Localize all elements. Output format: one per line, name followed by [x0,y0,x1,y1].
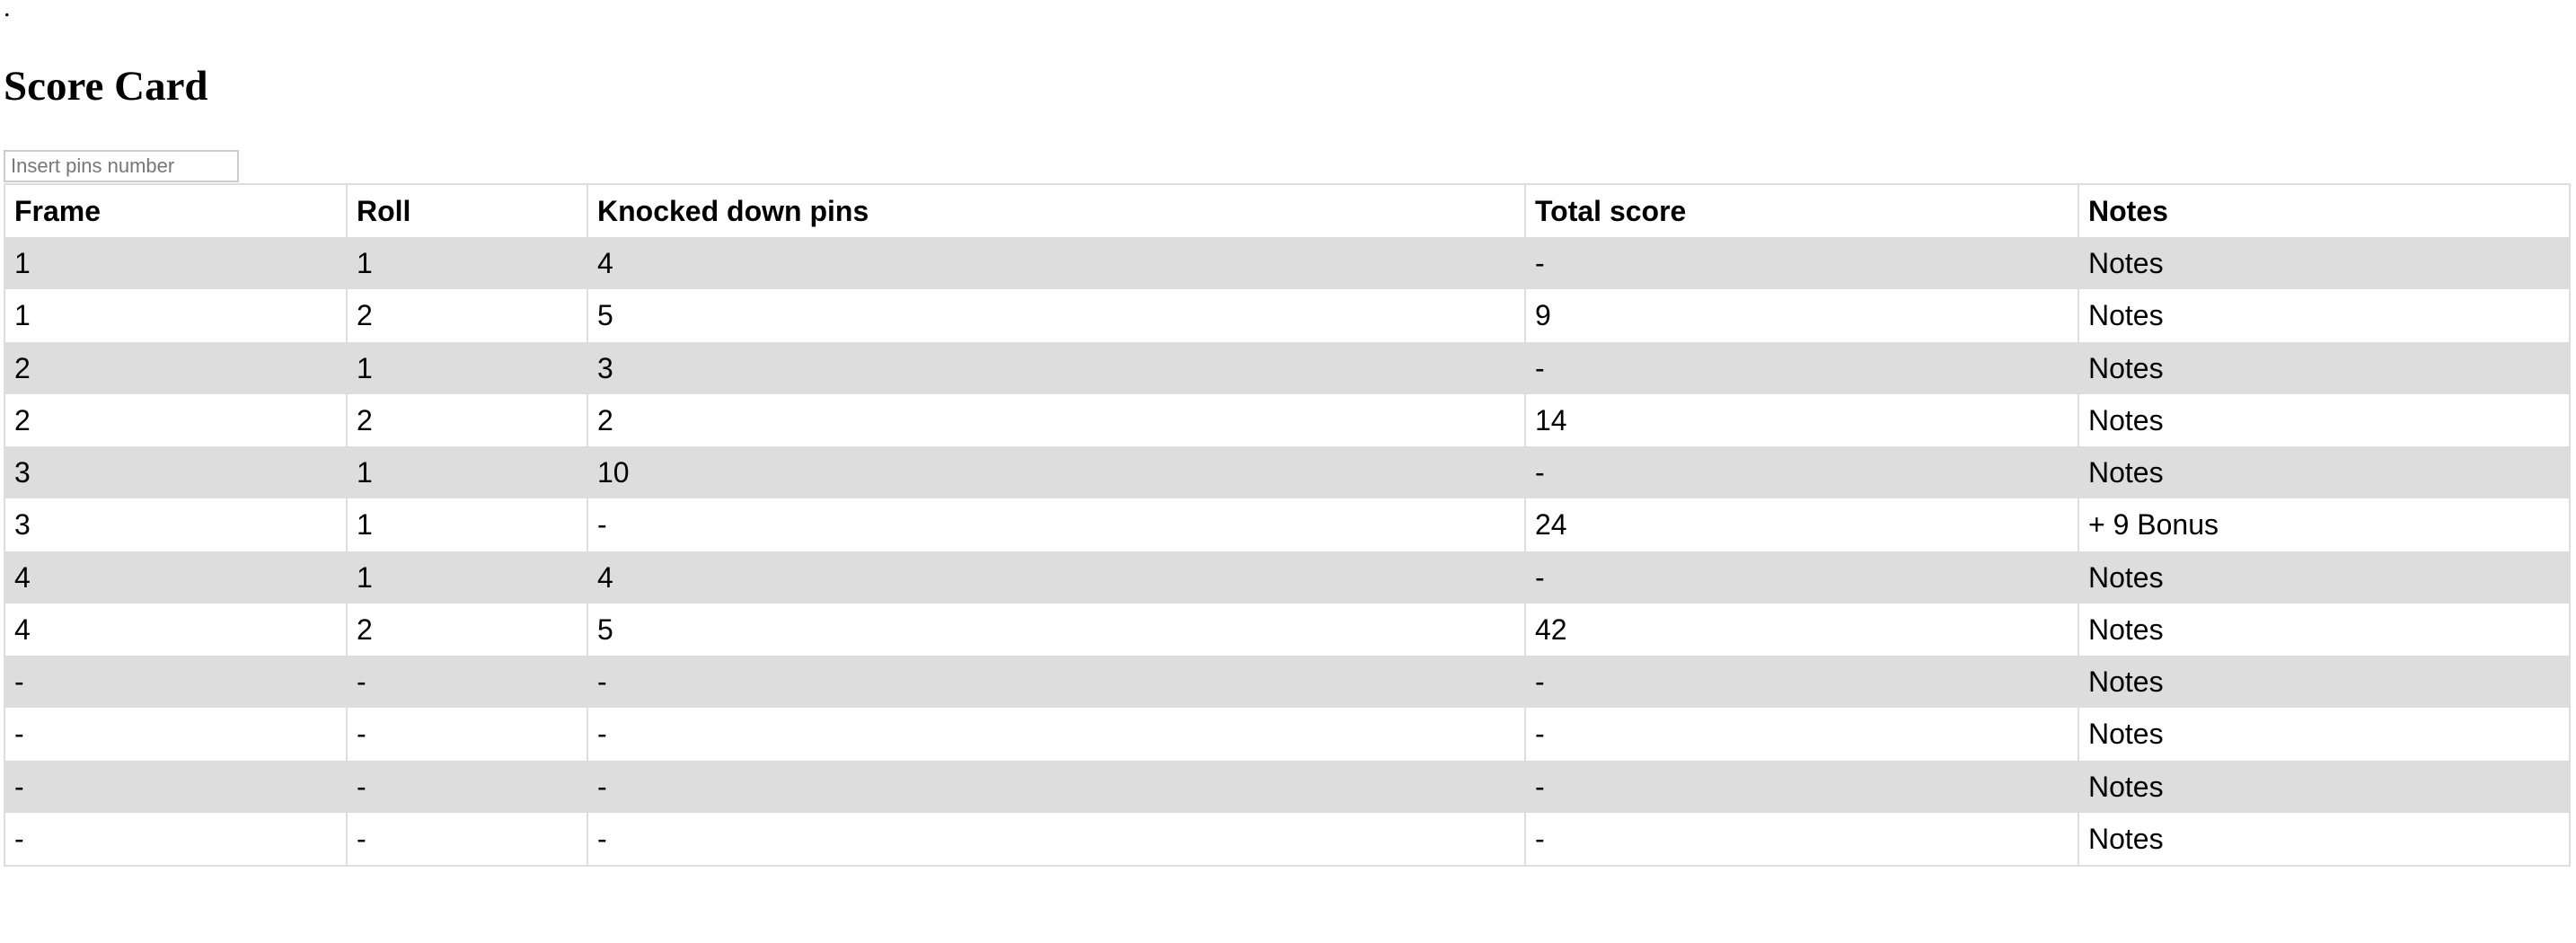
table-row: - - - - Notes [5,760,2569,813]
cell-notes: Notes [2078,393,2569,446]
table-row: - - - - Notes [5,812,2569,865]
cell-knocked-down-pins: 5 [587,603,1526,656]
score-table-container: Frame Roll Knocked down pins Total score… [4,183,2571,867]
cell-frame: - [5,812,348,865]
cell-roll: - [347,708,588,761]
cell-knocked-down-pins: 10 [587,446,1526,499]
cell-total-score: - [1525,237,2079,290]
cell-notes: Notes [2078,656,2569,709]
cell-notes: Notes [2078,237,2569,290]
cell-roll: 2 [347,289,588,342]
cell-roll: - [347,760,588,813]
cell-roll: - [347,812,588,865]
header-roll: Roll [347,185,588,237]
cell-total-score: - [1525,446,2079,499]
cell-knocked-down-pins: - [587,656,1526,709]
page-title: Score Card [4,63,208,110]
cell-total-score: 14 [1525,393,2079,446]
header-knocked-down-pins: Knocked down pins [587,185,1526,237]
table-row: 1 1 4- Notes [5,237,2569,290]
cell-frame: 1 [5,237,348,290]
cell-knocked-down-pins: 2 [587,393,1526,446]
cell-roll: 2 [347,603,588,656]
cell-frame: 2 [5,341,348,394]
cell-notes: Notes [2078,760,2569,813]
cell-total-score: 9 [1525,289,2079,342]
cell-notes: Notes [2078,812,2569,865]
cell-notes: Notes [2078,341,2569,394]
header-frame: Frame [5,185,348,237]
cell-knocked-down-pins: - [587,498,1526,551]
score-table-header: Frame Roll Knocked down pins Total score… [5,185,2569,237]
cell-roll: 1 [347,551,588,604]
score-table: Frame Roll Knocked down pins Total score… [5,185,2569,865]
cell-roll: 1 [347,498,588,551]
cell-total-score: - [1525,341,2079,394]
stray-dot-text: . [4,0,11,22]
cell-total-score: - [1525,551,2079,604]
cell-frame: 4 [5,603,348,656]
table-row: - - - - Notes [5,708,2569,761]
header-row: Frame Roll Knocked down pins Total score… [5,185,2569,237]
table-row: 4 2 5 42 Notes [5,603,2569,656]
cell-notes: Notes [2078,446,2569,499]
table-row: 3 1-24 + 9 Bonus [5,498,2569,551]
cell-knocked-down-pins: 3 [587,341,1526,394]
pins-number-input[interactable] [4,150,239,182]
cell-knocked-down-pins: 5 [587,289,1526,342]
cell-frame: - [5,760,348,813]
cell-notes: Notes [2078,551,2569,604]
cell-roll: 1 [347,237,588,290]
header-total-score: Total score [1525,185,2079,237]
table-row: - - - - Notes [5,656,2569,709]
cell-notes: + 9 Bonus [2078,498,2569,551]
cell-frame: - [5,708,348,761]
cell-total-score: - [1525,812,2079,865]
cell-notes: Notes [2078,603,2569,656]
cell-total-score: - [1525,656,2079,709]
cell-knocked-down-pins: 4 [587,237,1526,290]
table-row: 1 2 5 9 Notes [5,289,2569,342]
cell-frame: - [5,656,348,709]
cell-notes: Notes [2078,289,2569,342]
cell-total-score: 24 [1525,498,2079,551]
cell-roll: 1 [347,446,588,499]
cell-frame: 2 [5,393,348,446]
cell-frame: 3 [5,446,348,499]
cell-total-score: - [1525,708,2079,761]
table-row: 2 2 2 14 Notes [5,393,2569,446]
cell-frame: 4 [5,551,348,604]
cell-frame: 3 [5,498,348,551]
score-table-body: 1 1 4- Notes 1 2 5 9 Notes 2 1 3- Notes 2 2 2 14 Notes 3 1 1… [5,237,2569,865]
cell-knocked-down-pins: 4 [587,551,1526,604]
cell-frame: 1 [5,289,348,342]
table-row: 4 1 4- Notes [5,551,2569,604]
cell-total-score: - [1525,760,2079,813]
cell-roll: - [347,656,588,709]
cell-notes: Notes [2078,708,2569,761]
table-row: 2 1 3- Notes [5,341,2569,394]
header-notes: Notes [2088,195,2168,227]
cell-knocked-down-pins: - [587,708,1526,761]
cell-total-score: 42 [1525,603,2079,656]
cell-knocked-down-pins: - [587,760,1526,813]
cell-roll: 2 [347,393,588,446]
cell-knocked-down-pins: - [587,812,1526,865]
cell-roll: 1 [347,341,588,394]
table-row: 3 1 10- Notes [5,446,2569,499]
